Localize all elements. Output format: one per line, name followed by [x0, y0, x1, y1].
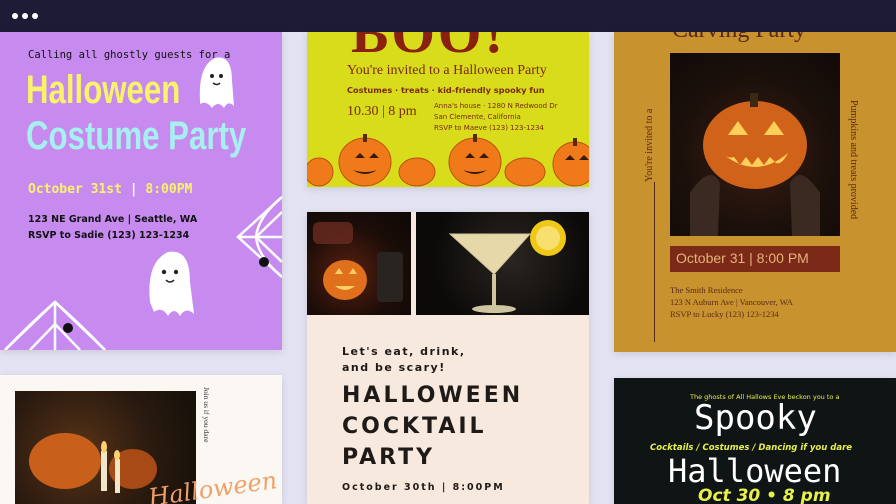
card-vertical-text: You're invited to a	[644, 108, 655, 182]
card-title-line1: Halloween	[26, 68, 181, 112]
card-address-line: The Smith Residence	[670, 285, 743, 295]
card-address-block: 123 NE Grand Ave | Seattle, WA RSVP to S…	[28, 212, 197, 244]
pumpkin-photo	[670, 53, 840, 236]
martini-glass-icon	[448, 220, 566, 313]
card-date-time: Oct 30 • 8 pm	[698, 486, 831, 504]
card-rsvp: RSVP to Lucky (123) 123-1234	[670, 309, 779, 319]
top-bar	[0, 0, 896, 32]
spiderweb-icon	[4, 300, 106, 350]
card-address-block: The Smith Residence 123 N Auburn Ave | V…	[670, 284, 793, 320]
martini-photo	[416, 212, 589, 315]
ghost-icon	[199, 57, 234, 108]
template-card-cocktail-party[interactable]: Let's eat, drink, and be scary! HALLOWEE…	[307, 212, 589, 504]
card-date-time: October 31st | 8:00PM	[28, 182, 193, 197]
jack-o-lantern-icon	[313, 222, 403, 302]
card-title-line: PARTY	[342, 445, 436, 470]
card-address-line: Anna's house · 1280 N Redwood Dr	[434, 102, 558, 110]
template-card-carving-party[interactable]: Carving Party You're invited to a Pumpki…	[614, 32, 896, 352]
card-address: 123 NE Grand Ave | Seattle, WA	[28, 214, 198, 225]
card-title-line2: Costume Party	[26, 114, 247, 158]
card-address-line: 123 N Auburn Ave | Vancouver, WA	[670, 297, 793, 307]
card-vertical-text: Join us if you dare	[202, 387, 211, 443]
template-card-spooky-halloween[interactable]: The ghosts of All Hallows Eve beckon you…	[614, 378, 896, 504]
card-tagline: Let's eat, drink, and be scary!	[342, 344, 466, 376]
pumpkin-drink-photo	[307, 212, 411, 315]
template-card-pumpkins[interactable]: Join us if you dare Halloween	[0, 375, 282, 504]
card-subtitle: Costumes · treats · kid-friendly spooky …	[347, 85, 545, 95]
card-title-line: COCKTAIL	[342, 414, 487, 439]
card-date: October 31st	[28, 182, 122, 197]
card-time: 8:00PM	[145, 182, 193, 197]
three-dots-icon[interactable]	[10, 0, 44, 32]
card-date-time: October 30th | 8:00PM	[342, 482, 505, 493]
card-title-line1: Spooky	[694, 398, 817, 438]
card-title: Carving Party	[672, 32, 806, 44]
card-vertical-text: Pumpkins and treats provided	[848, 100, 859, 220]
template-card-boo[interactable]: BOO! You're invited to a Halloween Party…	[307, 32, 589, 187]
card-tagline-line: Let's eat, drink,	[342, 345, 466, 358]
pumpkin-row-icon	[307, 134, 589, 187]
card-title: HALLOWEEN COCKTAIL PARTY	[342, 380, 523, 473]
card-date-time: October 31 | 8:00 PM	[676, 250, 809, 266]
jack-o-lantern-icon	[690, 93, 820, 236]
card-headline: BOO!	[351, 32, 507, 65]
card-address-block: Anna's house · 1280 N Redwood Dr San Cle…	[434, 101, 558, 134]
card-address-line: San Clemente, California	[434, 113, 521, 121]
template-card-costume-party[interactable]: Calling all ghostly guests for a Hallowe…	[0, 32, 282, 350]
card-tagline-line: and be scary!	[342, 361, 446, 374]
spiderweb-icon	[236, 196, 282, 278]
card-title-line: HALLOWEEN	[342, 383, 524, 408]
ghost-icon	[149, 251, 194, 316]
card-invite-text: You're invited to a Halloween Party	[347, 63, 547, 78]
card-title-line2: Halloween	[668, 452, 842, 490]
card-time: 10.30 | 8 pm	[347, 104, 417, 119]
